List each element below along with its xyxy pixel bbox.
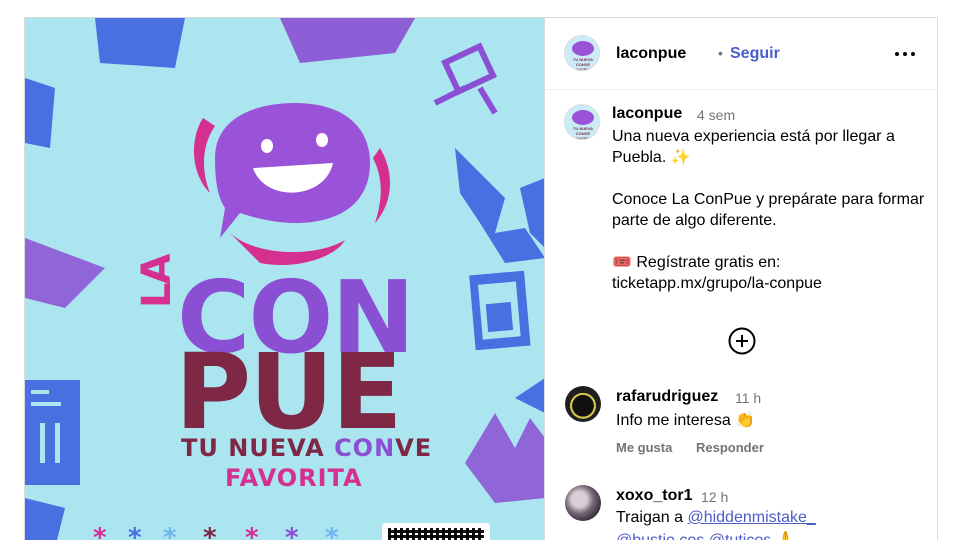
poster-word-pue: PUE: [175, 331, 403, 453]
caption-line-1: Una nueva experiencia está por llegar a …: [612, 128, 895, 166]
post-username[interactable]: laconpue: [616, 45, 686, 63]
comment-username[interactable]: xoxo_tor1: [616, 487, 692, 505]
mention-link[interactable]: @tuticos: [709, 532, 771, 540]
mention-link[interactable]: @bustio.cos: [616, 532, 704, 540]
caption-avatar[interactable]: TU NUEVA CONVE FAVORITA: [564, 104, 600, 140]
poster-tagline-line1: TU NUEVA CONVE: [181, 434, 433, 462]
svg-text:*: *: [245, 523, 259, 540]
follow-button[interactable]: Seguir: [730, 45, 780, 63]
comment-avatar[interactable]: [565, 485, 601, 521]
reply-button[interactable]: Responder: [696, 440, 764, 455]
comment-timestamp: 12 h: [701, 489, 729, 505]
comment-text: Info me interesa 👏: [616, 412, 756, 429]
svg-text:*: *: [163, 523, 177, 540]
comment-timestamp: 11 h: [735, 390, 762, 406]
caption-link: ticketapp.mx/grupo/la-conpue: [612, 275, 822, 292]
svg-text:*: *: [128, 523, 142, 540]
more-horizontal-icon[interactable]: [893, 42, 917, 66]
svg-text:*: *: [93, 523, 107, 540]
post-side-panel: TU NUEVA CONVE FAVORITA laconpue • Segui…: [546, 18, 938, 540]
mention-link[interactable]: @hiddenmistake_: [687, 509, 815, 526]
caption-text: Una nueva experiencia está por llegar a …: [612, 126, 927, 294]
svg-text:*: *: [325, 523, 339, 540]
comment-username[interactable]: rafarudriguez: [616, 388, 718, 406]
comment-avatar[interactable]: [565, 386, 601, 422]
comment-text-continued: @bustio.cos @tuticos 🙏: [616, 530, 796, 540]
separator-dot: •: [718, 45, 723, 61]
caption-timestamp[interactable]: 4 sem: [697, 107, 735, 123]
avatar[interactable]: TU NUEVA CONVE FAVORITA: [564, 35, 600, 71]
poster-word-la: LA: [134, 255, 180, 308]
caption-username[interactable]: laconpue: [612, 105, 682, 123]
like-comment-button[interactable]: Me gusta: [616, 440, 672, 455]
post-header: TU NUEVA CONVE FAVORITA laconpue • Segui…: [546, 18, 938, 90]
add-circle-icon[interactable]: [727, 326, 757, 356]
caption-line-3: 🎟️ Regístrate gratis en:: [612, 254, 781, 271]
caption-line-2: Conoce La ConPue y prepárate para formar…: [612, 191, 925, 229]
post-image[interactable]: * * * * * * * LA CON PUE TU NUEVA CONVE …: [25, 18, 545, 540]
post-frame: * * * * * * * LA CON PUE TU NUEVA CONVE …: [24, 17, 938, 540]
qr-code: [382, 523, 490, 540]
comment-text: Traigan a @hiddenmistake_: [616, 509, 816, 526]
svg-text:*: *: [285, 523, 299, 540]
ticket-icon: 🎟️: [612, 254, 632, 271]
poster-tagline-line2: FAVORITA: [225, 464, 363, 492]
svg-text:*: *: [203, 523, 217, 540]
